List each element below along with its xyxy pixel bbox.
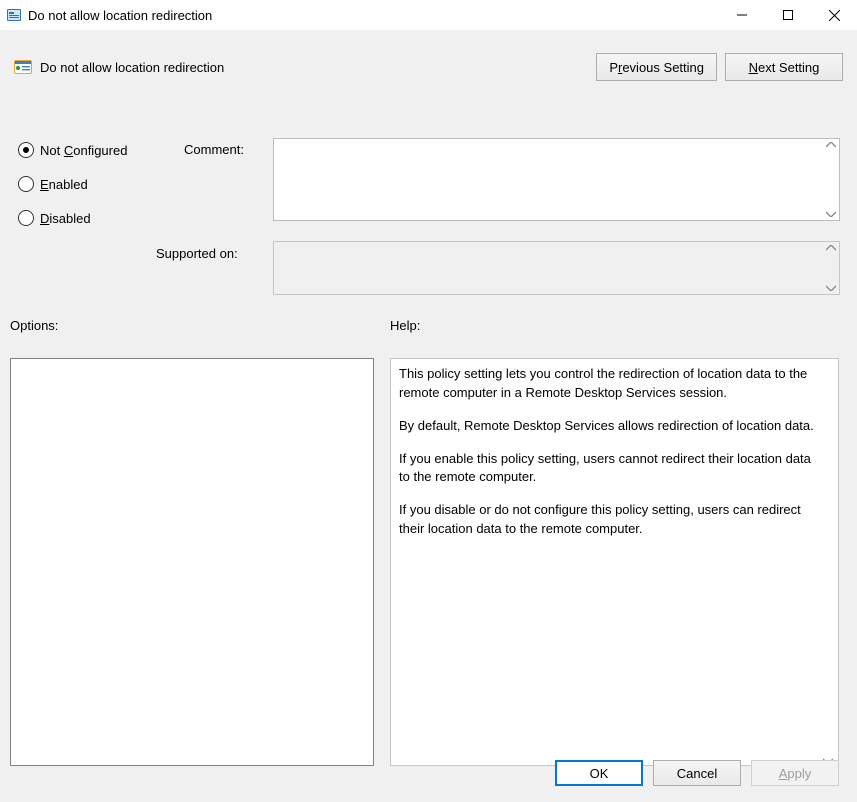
policy-state-group: Not Configured Enabled Disabled <box>18 142 127 226</box>
help-paragraph: If you disable or do not configure this … <box>399 501 814 539</box>
help-paragraph: By default, Remote Desktop Services allo… <box>399 417 814 436</box>
window-title: Do not allow location redirection <box>28 8 212 23</box>
dialog-button-bar: OK Cancel Apply <box>555 760 839 786</box>
supported-on-label: Supported on: <box>156 246 238 261</box>
radio-icon <box>18 176 34 192</box>
help-paragraph: This policy setting lets you control the… <box>399 365 814 403</box>
state-enabled[interactable]: Enabled <box>18 176 127 192</box>
header-row: Do not allow location redirection Previo… <box>0 30 857 94</box>
window-titlebar: Do not allow location redirection <box>0 0 857 30</box>
ok-button[interactable]: OK <box>555 760 643 786</box>
setting-name: Do not allow location redirection <box>40 60 224 75</box>
radio-icon <box>18 210 34 226</box>
options-pane <box>10 358 374 766</box>
app-icon <box>6 7 22 23</box>
policy-icon <box>14 58 32 76</box>
state-label: Enabled <box>40 177 88 192</box>
help-pane: This policy setting lets you control the… <box>390 358 839 766</box>
options-label: Options: <box>10 318 58 333</box>
state-label: Not Configured <box>40 143 127 158</box>
state-disabled[interactable]: Disabled <box>18 210 127 226</box>
radio-icon <box>18 142 34 158</box>
state-not-configured[interactable]: Not Configured <box>18 142 127 158</box>
state-label: Disabled <box>40 211 91 226</box>
dialog-client-area: Do not allow location redirection Previo… <box>0 30 857 802</box>
window-maximize-button[interactable] <box>765 0 811 30</box>
apply-button: Apply <box>751 760 839 786</box>
previous-setting-button[interactable]: Previous Setting <box>596 53 717 81</box>
help-paragraph: If you enable this policy setting, users… <box>399 450 814 488</box>
comment-input[interactable] <box>273 138 840 221</box>
window-minimize-button[interactable] <box>719 0 765 30</box>
next-setting-button[interactable]: Next Setting <box>725 53 843 81</box>
cancel-button[interactable]: Cancel <box>653 760 741 786</box>
window-close-button[interactable] <box>811 0 857 30</box>
help-label: Help: <box>390 318 420 333</box>
supported-on-value <box>273 241 840 295</box>
comment-label: Comment: <box>184 142 244 157</box>
